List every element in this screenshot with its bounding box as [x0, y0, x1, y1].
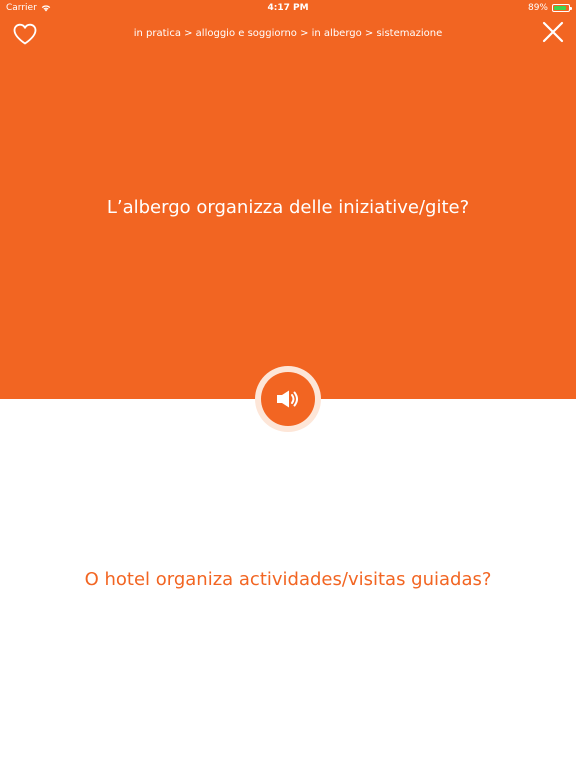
battery-icon — [552, 4, 572, 12]
speaker-icon — [277, 390, 298, 408]
audio-button-core — [261, 372, 315, 426]
source-phrase: L’albergo organizza delle iniziative/git… — [106, 197, 470, 218]
battery-percent: 89% — [527, 3, 548, 13]
close-icon[interactable] — [542, 21, 564, 43]
battery-tip — [570, 7, 572, 10]
target-phrase: O hotel organiza actividades/visitas gui… — [84, 569, 492, 590]
status-right: 89% — [527, 3, 572, 13]
header: in pratica > alloggio e soggiorno > in a… — [0, 18, 576, 52]
status-bar: Carrier 4:17 PM 89% — [0, 0, 576, 16]
phrase-screen: Carrier 4:17 PM 89% in pratica > alloggi… — [0, 0, 576, 768]
status-time: 4:17 PM — [267, 3, 309, 13]
audio-play-button[interactable] — [255, 366, 321, 432]
breadcrumb[interactable]: in pratica > alloggio e soggiorno > in a… — [60, 28, 516, 39]
battery-level — [554, 6, 567, 10]
heart-icon[interactable] — [12, 22, 38, 46]
